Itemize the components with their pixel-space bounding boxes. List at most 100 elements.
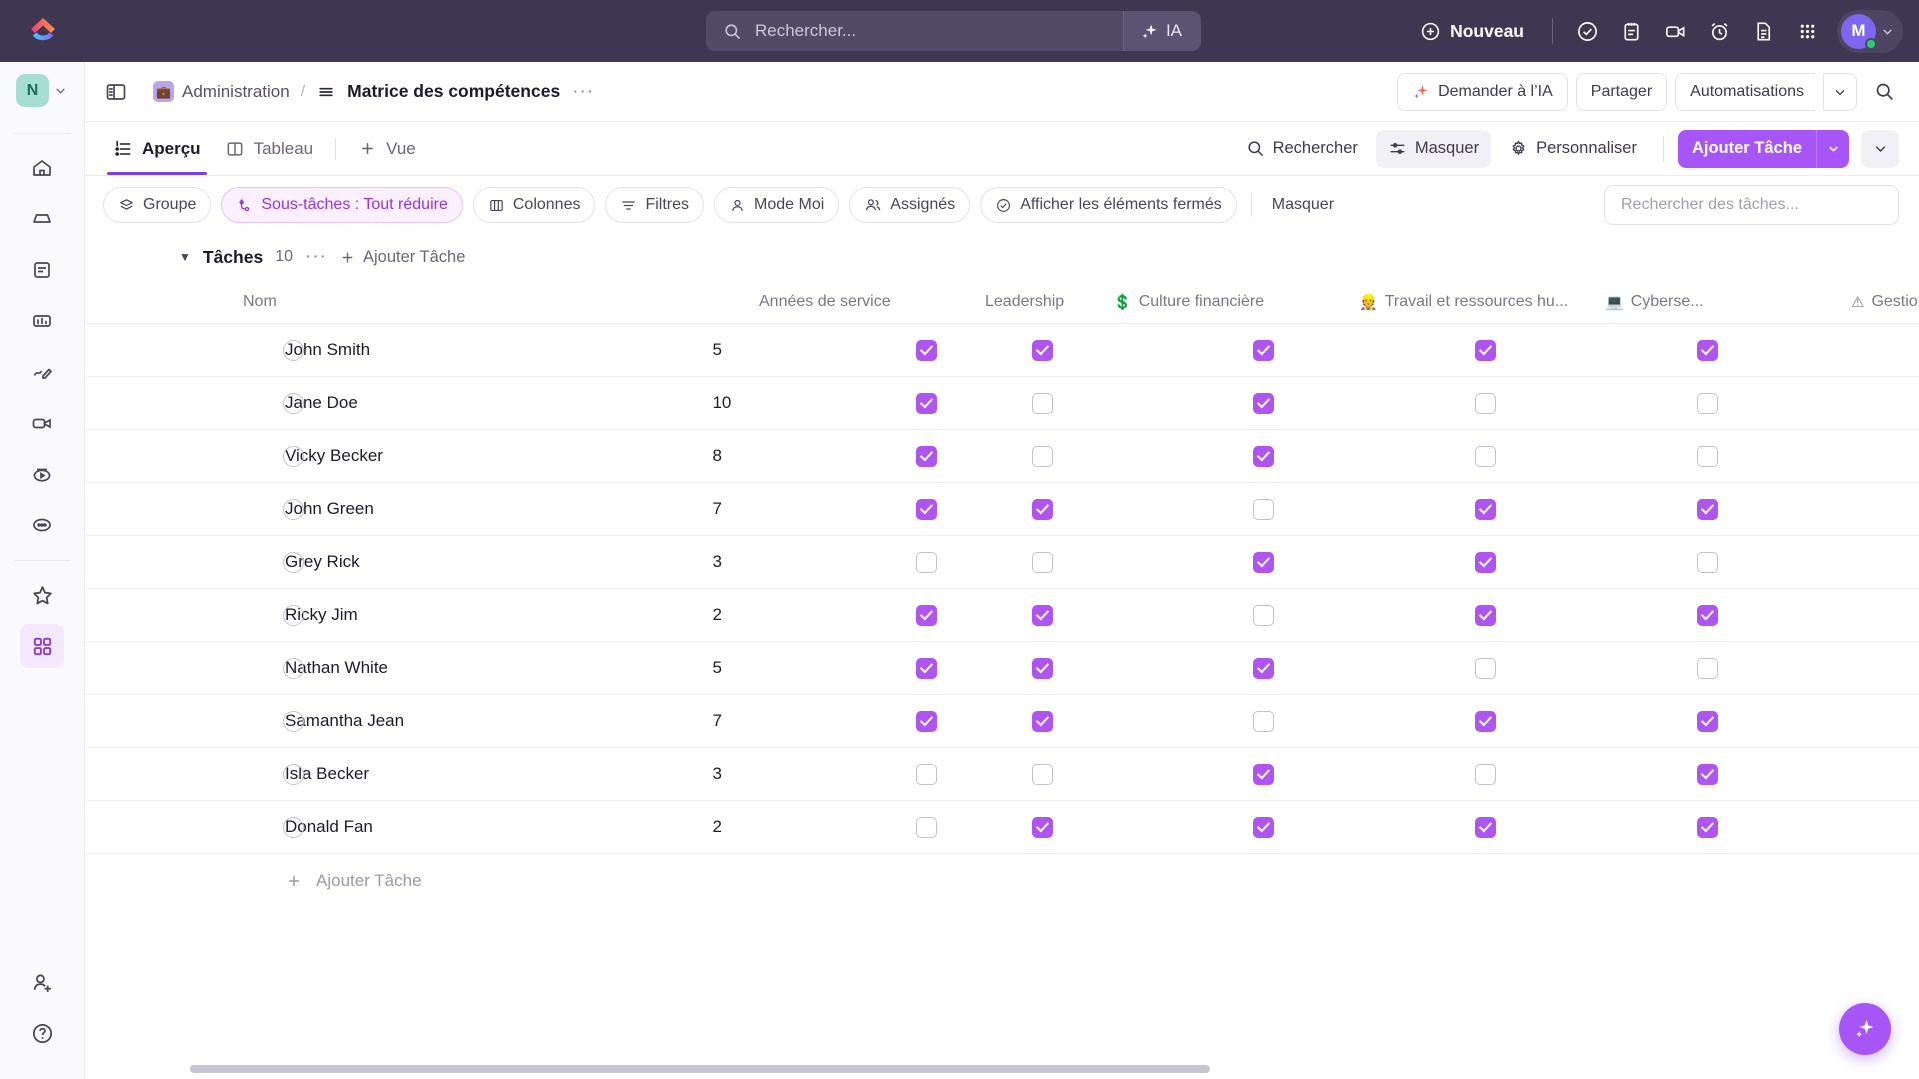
skill-cell[interactable] bbox=[1697, 657, 1919, 679]
new-button[interactable]: Nouveau bbox=[1406, 21, 1538, 42]
skill-cell[interactable] bbox=[1253, 392, 1475, 414]
task-name-cell[interactable]: Samantha Jean bbox=[243, 711, 712, 731]
task-name-cell[interactable]: John Green bbox=[243, 499, 712, 519]
column-header-cybersecurite[interactable]: 💻 Cyberse... bbox=[1605, 293, 1851, 311]
skill-cell[interactable] bbox=[916, 339, 1031, 361]
help-button[interactable] bbox=[20, 1011, 64, 1055]
skill-cell[interactable] bbox=[916, 710, 1031, 732]
years-of-service-cell[interactable]: 8 bbox=[712, 446, 916, 466]
checkbox-unchecked[interactable] bbox=[916, 816, 938, 838]
checkbox-checked[interactable] bbox=[1031, 710, 1053, 732]
breadcrumb-space[interactable]: 💼 Administration bbox=[153, 81, 290, 102]
skill-cell[interactable] bbox=[916, 604, 1031, 626]
skill-cell[interactable] bbox=[916, 498, 1031, 520]
checkbox-checked[interactable] bbox=[1697, 710, 1719, 732]
checkbox-unchecked[interactable] bbox=[1475, 392, 1497, 414]
skill-cell[interactable] bbox=[1475, 657, 1697, 679]
sidebar-item-pulse[interactable] bbox=[20, 452, 64, 496]
skill-cell[interactable] bbox=[1697, 710, 1919, 732]
checkbox-checked[interactable] bbox=[1475, 339, 1497, 361]
apps-grid-icon[interactable] bbox=[1787, 11, 1827, 51]
group-add-task-button[interactable]: Ajouter Tâche bbox=[339, 248, 465, 267]
skill-cell[interactable] bbox=[916, 763, 1031, 785]
checkbox-checked[interactable] bbox=[916, 710, 938, 732]
add-task-button[interactable]: Ajouter Tâche bbox=[1677, 129, 1849, 168]
sidebar-item-home[interactable] bbox=[20, 146, 64, 190]
view-search-button[interactable]: Rechercher bbox=[1234, 130, 1370, 168]
add-task-caret[interactable] bbox=[1816, 129, 1849, 168]
skill-cell[interactable] bbox=[1697, 604, 1919, 626]
years-of-service-cell[interactable]: 3 bbox=[712, 552, 916, 572]
checkbox-checked[interactable] bbox=[1475, 604, 1497, 626]
chevron-down-icon[interactable] bbox=[53, 83, 68, 98]
skill-cell[interactable] bbox=[1475, 445, 1697, 467]
table-row[interactable]: John Smith 5 bbox=[85, 324, 1919, 377]
checkbox-checked[interactable] bbox=[916, 604, 938, 626]
toolbar-hide-button[interactable]: Masquer bbox=[1262, 187, 1344, 223]
avatar[interactable]: M bbox=[1841, 13, 1877, 50]
columns-button[interactable]: Colonnes bbox=[472, 187, 596, 223]
checkbox-unchecked[interactable] bbox=[1697, 445, 1719, 467]
task-status-circle[interactable] bbox=[283, 551, 304, 573]
group-filter-button[interactable]: Groupe bbox=[103, 187, 212, 223]
checkbox-checked[interactable] bbox=[1031, 339, 1053, 361]
task-status-circle[interactable] bbox=[283, 339, 304, 361]
sidebar-item-inbox[interactable] bbox=[20, 197, 64, 241]
skill-cell[interactable] bbox=[1475, 710, 1697, 732]
checkbox-checked[interactable] bbox=[916, 339, 938, 361]
checkbox-checked[interactable] bbox=[1031, 498, 1053, 520]
task-name-cell[interactable]: Isla Becker bbox=[243, 764, 712, 784]
table-row[interactable]: Ricky Jim 2 bbox=[85, 589, 1919, 642]
workspace-badge[interactable]: N bbox=[16, 74, 49, 107]
checkbox-checked[interactable] bbox=[1475, 816, 1497, 838]
skill-cell[interactable] bbox=[1475, 339, 1697, 361]
checkbox-unchecked[interactable] bbox=[1031, 445, 1053, 467]
skill-cell[interactable] bbox=[1031, 551, 1254, 573]
global-search-input[interactable]: Rechercher... bbox=[706, 11, 1123, 51]
skill-cell[interactable] bbox=[1031, 445, 1254, 467]
task-status-circle[interactable] bbox=[283, 498, 304, 520]
skill-cell[interactable] bbox=[1475, 816, 1697, 838]
skill-cell[interactable] bbox=[1253, 498, 1475, 520]
group-collapse-caret[interactable]: ▼ bbox=[179, 250, 191, 264]
skill-cell[interactable] bbox=[916, 551, 1031, 573]
column-header-gestion-risques[interactable]: ⚠ Gestion des r bbox=[1851, 293, 1919, 311]
checkbox-checked[interactable] bbox=[916, 657, 938, 679]
years-of-service-cell[interactable]: 7 bbox=[712, 499, 916, 519]
alarm-clock-icon[interactable] bbox=[1699, 11, 1739, 51]
task-name-cell[interactable]: Jane Doe bbox=[243, 393, 712, 413]
sidebar-item-dashboards[interactable] bbox=[20, 299, 64, 343]
years-of-service-cell[interactable]: 7 bbox=[712, 711, 916, 731]
customize-button[interactable]: Personnaliser bbox=[1497, 130, 1649, 168]
task-name-cell[interactable]: Ricky Jim bbox=[243, 605, 712, 625]
skill-cell[interactable] bbox=[1031, 339, 1254, 361]
skill-cell[interactable] bbox=[1253, 763, 1475, 785]
skill-cell[interactable] bbox=[916, 445, 1031, 467]
task-status-circle[interactable] bbox=[283, 392, 304, 414]
task-status-circle[interactable] bbox=[283, 710, 304, 732]
years-of-service-cell[interactable]: 5 bbox=[712, 340, 916, 360]
workspace-switcher[interactable]: N bbox=[16, 74, 68, 107]
document-icon[interactable] bbox=[1743, 11, 1783, 51]
task-name-cell[interactable]: John Smith bbox=[243, 340, 712, 360]
group-more-button[interactable]: ··· bbox=[305, 246, 327, 268]
years-of-service-cell[interactable]: 3 bbox=[712, 764, 916, 784]
skill-cell[interactable] bbox=[1031, 604, 1254, 626]
skill-cell[interactable] bbox=[1697, 392, 1919, 414]
task-name-cell[interactable]: Donald Fan bbox=[243, 817, 712, 837]
skill-cell[interactable] bbox=[1253, 710, 1475, 732]
checkbox-unchecked[interactable] bbox=[1253, 498, 1275, 520]
me-mode-button[interactable]: Mode Moi bbox=[714, 187, 840, 223]
skill-cell[interactable] bbox=[1475, 392, 1697, 414]
checkbox-checked[interactable] bbox=[1697, 816, 1719, 838]
skill-cell[interactable] bbox=[1697, 339, 1919, 361]
checkbox-checked[interactable] bbox=[1253, 339, 1275, 361]
panel-toggle-icon[interactable] bbox=[99, 75, 133, 109]
skill-cell[interactable] bbox=[1697, 816, 1919, 838]
skill-cell[interactable] bbox=[1697, 445, 1919, 467]
skill-cell[interactable] bbox=[1253, 816, 1475, 838]
skill-cell[interactable] bbox=[1031, 498, 1254, 520]
skill-cell[interactable] bbox=[1475, 551, 1697, 573]
checkbox-checked[interactable] bbox=[1031, 604, 1053, 626]
share-button[interactable]: Partager bbox=[1575, 72, 1668, 111]
